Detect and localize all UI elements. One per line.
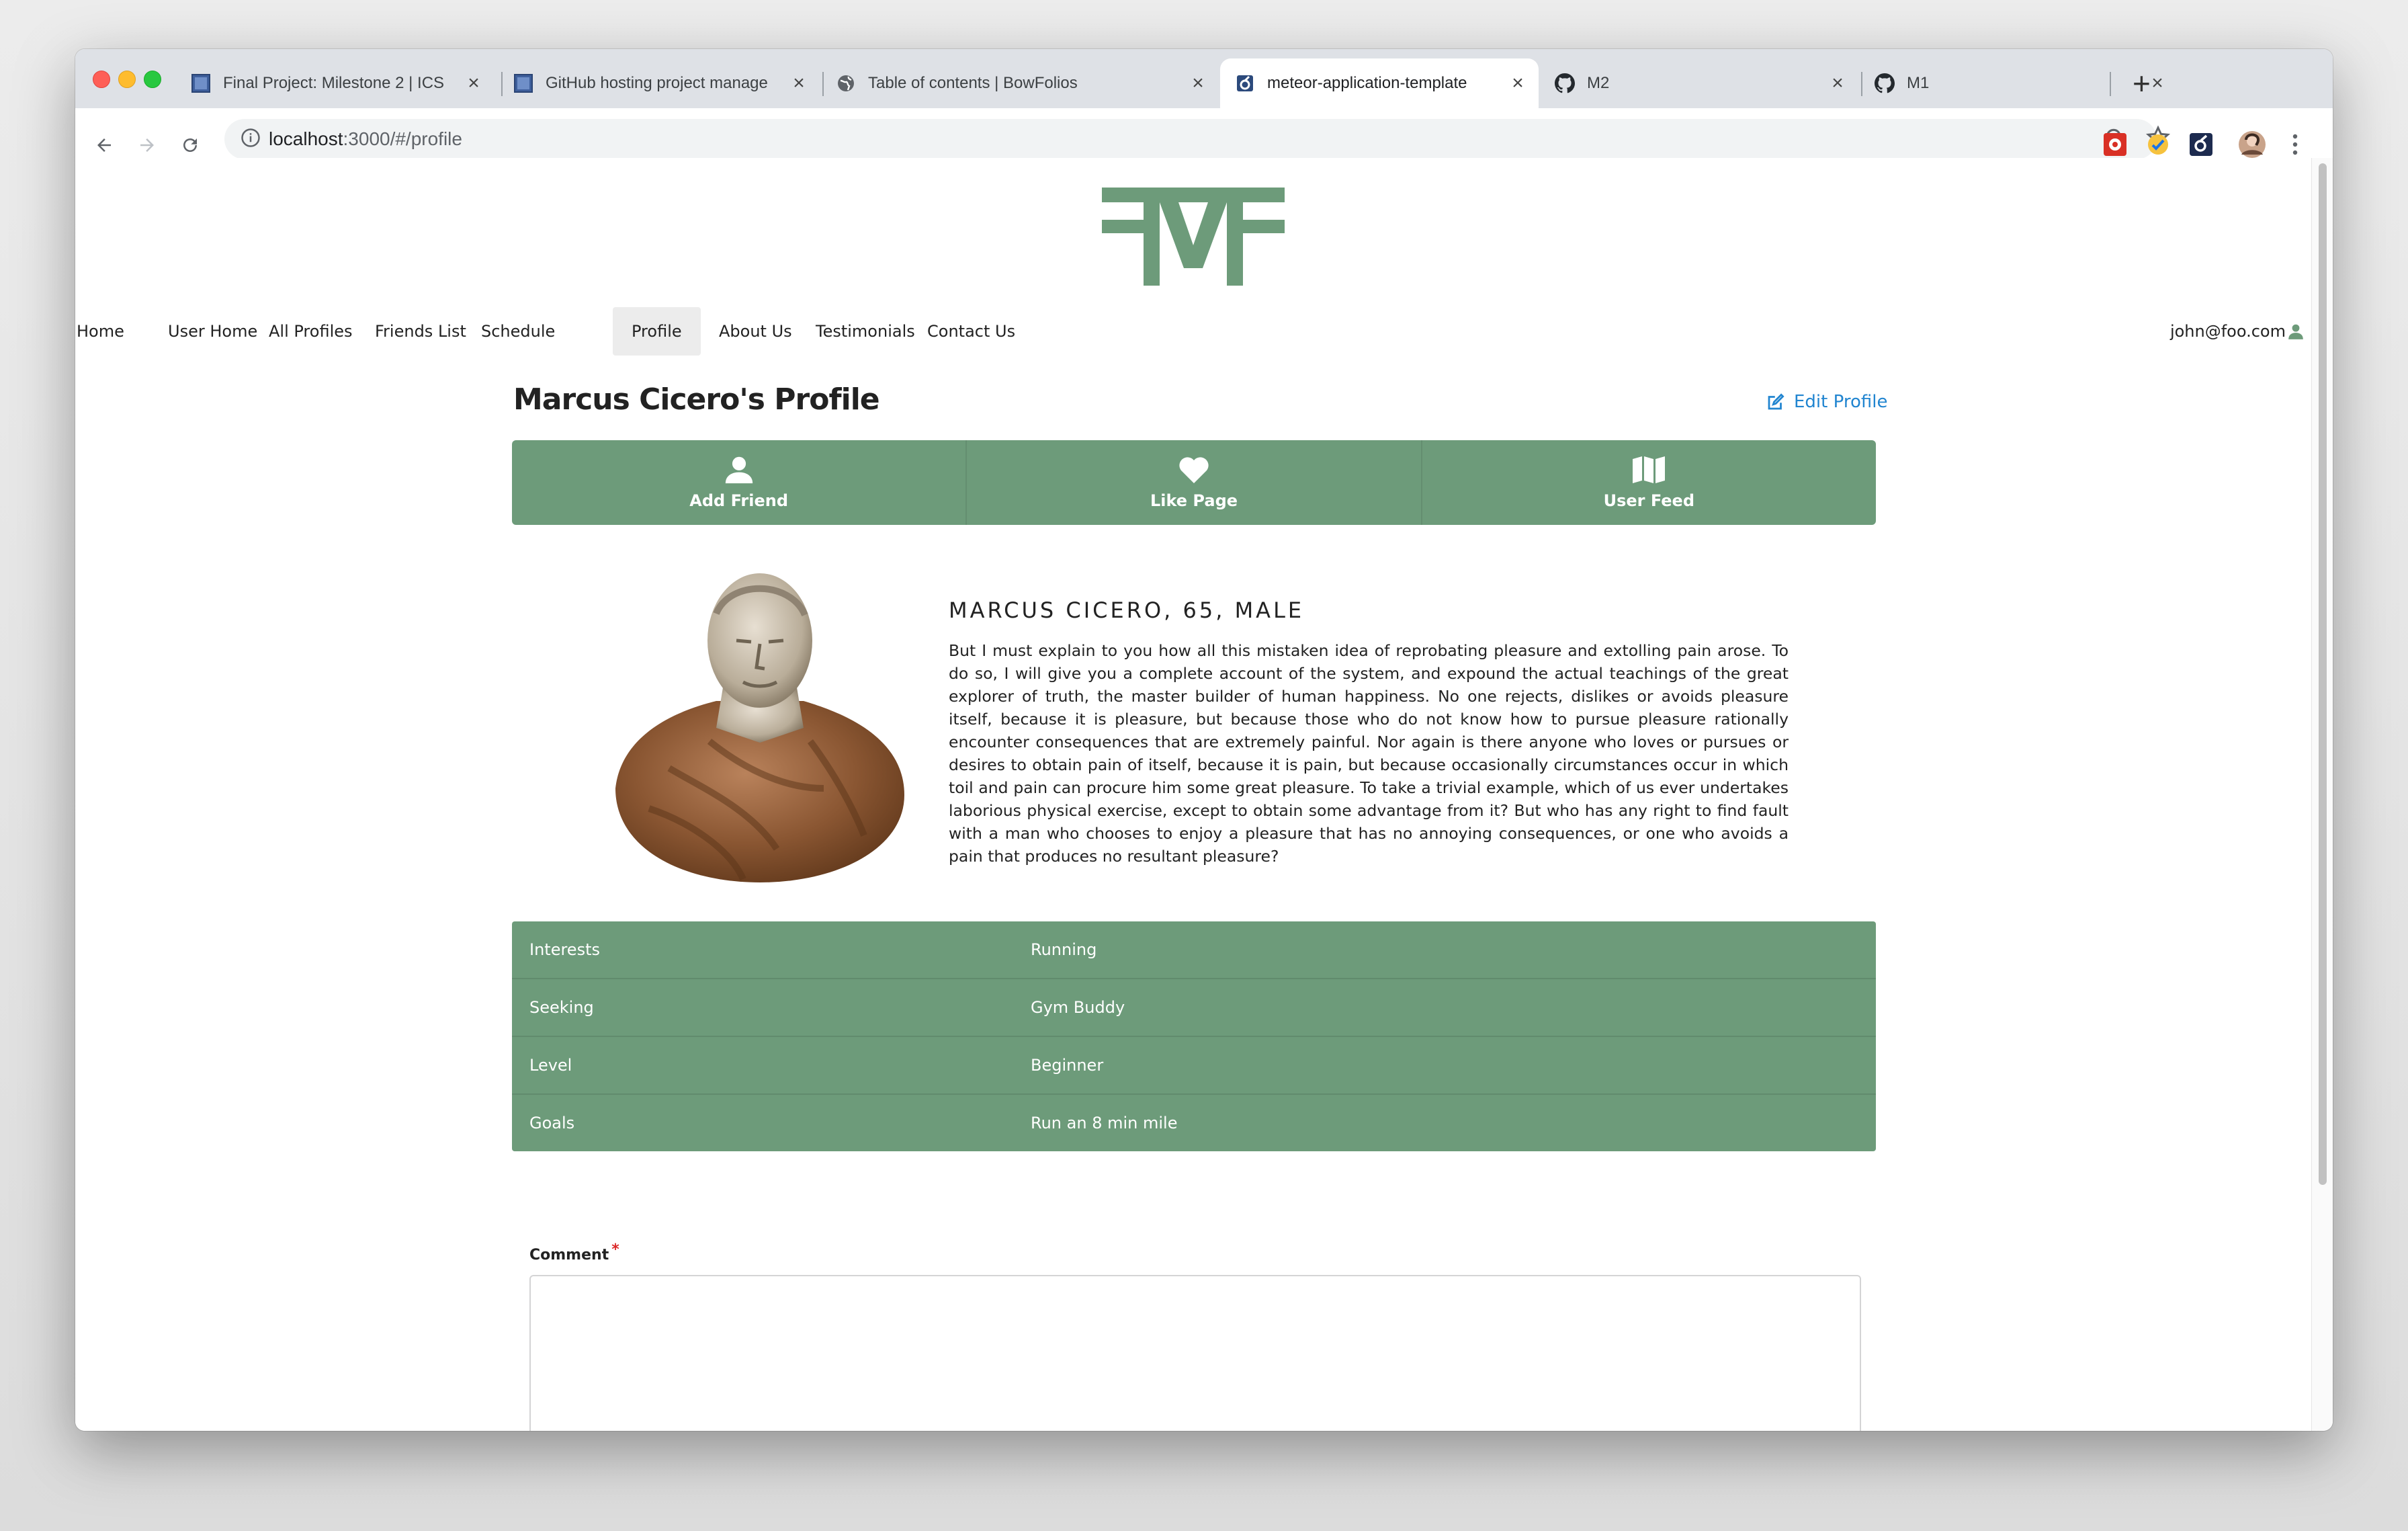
tab-title: M1 — [1907, 74, 1930, 92]
page-viewport: Home User Home All Profiles Friends List… — [75, 158, 2311, 1431]
comment-label: Comment * — [529, 1241, 619, 1264]
user-menu[interactable]: john@foo.com — [2170, 307, 2305, 356]
user-icon — [2287, 323, 2305, 340]
profile-details-table: Interests Running Seeking Gym Buddy Leve… — [512, 921, 1876, 1151]
url-host: localhost — [269, 128, 343, 149]
detail-value: Gym Buddy — [1031, 998, 1125, 1017]
user-feed-label: User Feed — [1603, 491, 1695, 510]
extension-meteor-icon[interactable] — [2186, 130, 2216, 159]
site-logo[interactable] — [1102, 188, 1285, 289]
edit-profile-link[interactable]: Edit Profile — [1766, 392, 1887, 412]
zoom-window-button[interactable] — [144, 71, 161, 88]
detail-label: Interests — [529, 940, 600, 959]
comment-label-text: Comment — [529, 1247, 609, 1264]
required-mark: * — [611, 1241, 619, 1258]
extension-yellow-icon[interactable] — [2143, 130, 2173, 159]
nav-contact-us[interactable]: Contact Us — [908, 307, 1034, 356]
profile-bio: But I must explain to you how all this m… — [949, 641, 1789, 866]
avatar[interactable] — [2237, 130, 2267, 159]
browser-tab[interactable]: Final Project: Milestone 2 | ICS × — [176, 58, 494, 108]
detail-value: Beginner — [1031, 1056, 1104, 1075]
browser-tab[interactable]: M2 × — [1540, 58, 1858, 108]
table-row: Seeking Gym Buddy — [512, 979, 1876, 1037]
like-page-button[interactable]: Like Page — [967, 440, 1422, 525]
nav-all-profiles[interactable]: All Profiles — [250, 307, 372, 356]
reload-icon — [183, 138, 197, 152]
tab-strip: Final Project: Milestone 2 | ICS × GitHu… — [75, 49, 2333, 108]
nav-about-us[interactable]: About Us — [700, 307, 811, 356]
tab-separator — [2110, 72, 2111, 96]
comment-textarea[interactable] — [529, 1275, 1861, 1431]
add-friend-button[interactable]: Add Friend — [512, 440, 968, 525]
like-page-label: Like Page — [1150, 491, 1238, 510]
browser-tab[interactable]: GitHub hosting project manage × — [499, 58, 820, 108]
extension-red-icon[interactable] — [2100, 130, 2130, 159]
close-icon[interactable]: × — [1508, 72, 1528, 95]
user-email: john@foo.com — [2169, 322, 2286, 341]
profile-heading: MARCUS CICERO, 65, MALE — [949, 597, 1305, 623]
user-icon — [725, 456, 752, 484]
tab-title: M2 — [1587, 74, 1610, 92]
scrollbar-thumb[interactable] — [2319, 163, 2327, 1185]
back-button[interactable] — [87, 128, 121, 162]
github-icon — [1875, 73, 1895, 93]
user-feed-button[interactable]: User Feed — [1422, 440, 1876, 525]
main-nav: Home User Home All Profiles Friends List… — [75, 307, 2311, 356]
blue-square-icon — [191, 73, 211, 93]
close-icon[interactable]: × — [1828, 72, 1848, 95]
map-icon — [1633, 456, 1666, 483]
browser-tab[interactable]: Table of contents | BowFolios × — [821, 58, 1219, 108]
arrow-right-icon — [140, 138, 154, 152]
tab-title: Final Project: Milestone 2 | ICS — [223, 74, 445, 92]
close-window-button[interactable] — [93, 71, 110, 88]
globe-icon — [836, 73, 856, 93]
tab-title: meteor-application-template — [1267, 74, 1467, 92]
reload-button[interactable] — [173, 128, 207, 162]
close-icon[interactable]: × — [1188, 72, 1208, 95]
new-tab-button[interactable]: + — [2133, 65, 2151, 101]
table-row: Interests Running — [512, 921, 1876, 979]
meteor-icon — [1235, 73, 1255, 93]
nav-home[interactable]: Home — [75, 307, 143, 356]
url-path: :3000/#/profile — [343, 128, 462, 149]
address-bar[interactable]: localhost:3000/#/profile — [224, 119, 2171, 159]
detail-label: Goals — [529, 1114, 575, 1132]
browser-tab-active[interactable]: meteor-application-template × — [1220, 58, 1539, 108]
github-icon — [1555, 73, 1575, 93]
browser-window: Final Project: Milestone 2 | ICS × GitHu… — [75, 49, 2333, 1431]
scrollbar[interactable] — [2311, 158, 2333, 1431]
nav-profile[interactable]: Profile — [613, 307, 701, 356]
forward-button[interactable] — [130, 128, 164, 162]
detail-label: Seeking — [529, 998, 594, 1017]
profile-action-bar: Add Friend Like Page User Feed — [512, 440, 1876, 525]
close-icon[interactable]: × — [789, 72, 809, 95]
add-friend-label: Add Friend — [689, 491, 789, 510]
edit-icon — [1766, 392, 1786, 412]
browser-tab[interactable]: M1 × — [1860, 58, 2178, 108]
fmf-logo-mark — [1102, 188, 1285, 286]
profile-photo — [609, 567, 911, 886]
edit-profile-label: Edit Profile — [1794, 392, 1888, 412]
detail-value: Run an 8 min mile — [1031, 1114, 1178, 1132]
heart-icon — [1179, 457, 1209, 483]
kebab-menu-icon[interactable] — [2280, 130, 2310, 159]
table-row: Level Beginner — [512, 1037, 1876, 1095]
table-row: Goals Run an 8 min mile — [512, 1095, 1876, 1151]
url-text[interactable]: localhost:3000/#/profile — [269, 128, 462, 150]
blue-square-icon — [513, 73, 533, 93]
detail-value: Running — [1031, 940, 1097, 959]
page-title: Marcus Cicero's Profile — [513, 382, 880, 417]
arrow-left-icon — [97, 138, 111, 152]
minimize-window-button[interactable] — [118, 71, 136, 88]
detail-label: Level — [529, 1056, 572, 1075]
nav-schedule[interactable]: Schedule — [462, 307, 574, 356]
close-icon[interactable]: × — [464, 72, 484, 95]
tab-title: Table of contents | BowFolios — [868, 74, 1078, 92]
tab-title: GitHub hosting project manage — [546, 74, 768, 92]
info-icon[interactable] — [241, 128, 261, 151]
